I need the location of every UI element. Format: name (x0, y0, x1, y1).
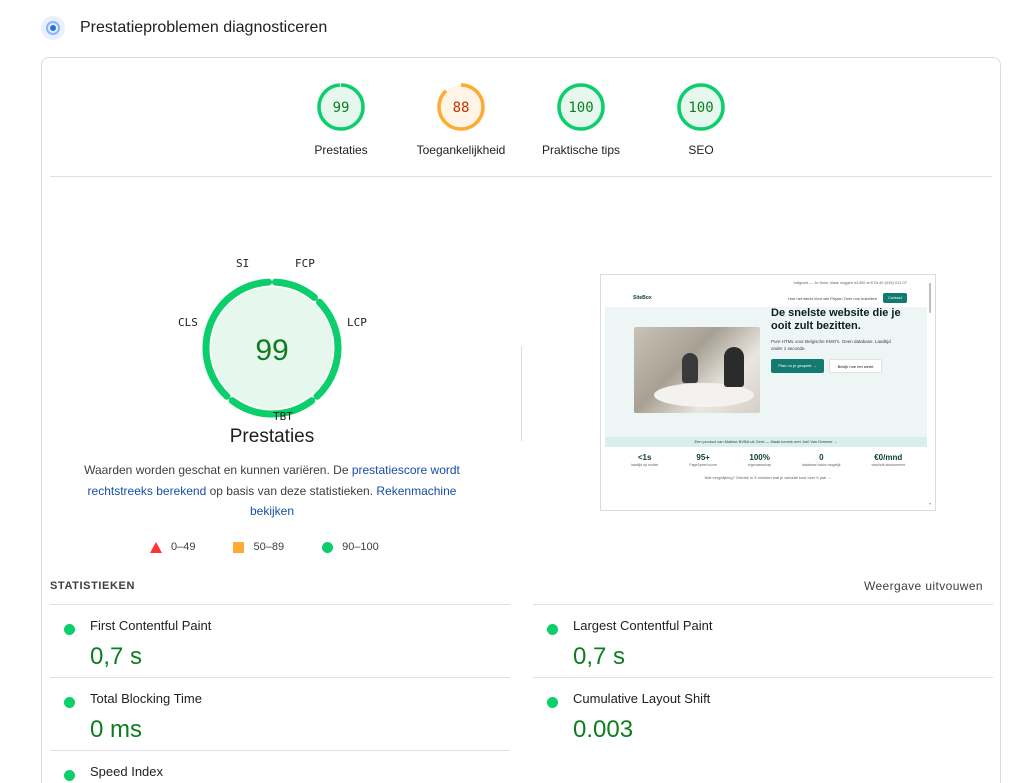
legend-range: 90–100 (342, 541, 379, 553)
metric-name: Total Blocking Time (90, 691, 202, 706)
legend-range: 50–89 (253, 541, 285, 553)
gauge-label: Prestaties (314, 143, 368, 157)
legend-fail: 0–49 (150, 541, 195, 553)
pass-circle-icon (64, 624, 75, 635)
thumb-nav-links: Hoe het werkt Voor wie Prijzen Over ons … (788, 295, 877, 301)
divider (50, 176, 992, 177)
chevron-down-icon: ▾ (928, 501, 931, 506)
gauge-score: 100 (568, 100, 593, 116)
thumb-stat: <1s laadtijd op mobiel (631, 453, 659, 467)
final-screenshot[interactable]: Intigrant — Je thuis, klaar zeggen #1300… (600, 274, 936, 511)
description-text: op basis van deze statistieken. (206, 483, 377, 498)
gauge-ring: 99 (317, 83, 365, 131)
thumb-topbar: Intigrant — Je thuis, klaar zeggen #1300… (793, 280, 907, 285)
thumb-contact-button: Contact (883, 293, 907, 303)
category-gauges: 99 Prestaties 88 Toegankelijkheid 100 Pr… (42, 58, 1000, 178)
gauge-performance[interactable]: 99 Prestaties (281, 82, 401, 157)
thumb-strip: Een product van Malbse BVBA uit Gent — M… (605, 437, 927, 447)
legend-average: 50–89 (233, 541, 284, 553)
pass-circle-icon (64, 770, 75, 781)
thumb-note: Wat vergelijking? Ontdek in 3 minuten wa… (704, 475, 832, 480)
gauge-score: 99 (255, 334, 288, 367)
section-title: Prestatieproblemen diagnosticeren (80, 19, 328, 36)
gauge-ring: 100 (677, 83, 725, 131)
metric-tag-si: SI (236, 257, 250, 270)
metric-name: Cumulative Layout Shift (573, 691, 711, 706)
thumb-nav: SiteBox Hoe het werkt Voor wie Prijzen O… (605, 289, 927, 307)
metric-value: 0 ms (90, 716, 143, 743)
legend-pass: 90–100 (322, 541, 379, 553)
thumb-subline: Pure HTML voor Belgische KMO's. Geen dat… (771, 339, 891, 351)
gauge-title: Prestaties (229, 426, 315, 447)
metric-name: Speed Index (90, 764, 164, 779)
pass-circle-icon (547, 697, 558, 708)
gauge-score: 99 (333, 100, 350, 116)
metric-name: First Contentful Paint (90, 618, 212, 633)
legend-range: 0–49 (171, 541, 196, 553)
thumb-cta-primary: Plan nu je gesprek → (771, 359, 824, 373)
thumb-stat: €0/mnd verplicht abonnement (871, 453, 905, 467)
gauge-score: 88 (453, 100, 470, 116)
metric-name: Largest Contentful Paint (573, 618, 713, 633)
gauge-label: SEO (688, 143, 714, 157)
score-description: Waarden worden geschat en kunnen variëre… (82, 460, 462, 522)
metric-tag-fcp: FCP (295, 257, 315, 270)
report-card: 99 Prestaties 88 Toegankelijkheid 100 Pr… (41, 57, 1001, 783)
divider (50, 750, 510, 751)
score-legend: 0–49 50–89 90–100 (150, 541, 417, 553)
square-icon (233, 541, 245, 553)
gauge-label: Praktische tips (541, 143, 621, 157)
thumb-stats: <1s laadtijd op mobiel 95+ PageSpeed score… (631, 453, 905, 467)
thumb-photo (634, 327, 760, 413)
metric-tag-cls: CLS (178, 316, 198, 329)
divider (533, 604, 993, 605)
divider (521, 346, 522, 441)
pass-circle-icon (547, 624, 558, 635)
thumb-logo: SiteBox (633, 295, 652, 301)
gauge-ring: 88 (437, 83, 485, 131)
divider (533, 677, 993, 678)
divider (50, 604, 510, 605)
pass-circle-icon (64, 697, 75, 708)
thumb-scrollbar (929, 283, 931, 313)
description-text: Waarden worden geschat en kunnen variëre… (84, 463, 352, 477)
triangle-icon (150, 541, 162, 553)
divider (50, 677, 510, 678)
thumb-stat: 95+ PageSpeed score (689, 453, 718, 467)
thumb-cta-secondary: Bekijk hoe het werkt (829, 359, 882, 373)
gauge-score: 100 (688, 100, 713, 116)
performance-gauge: 99 (202, 278, 342, 418)
lighthouse-icon (41, 16, 65, 40)
metric-tag-lcp: LCP (347, 316, 367, 329)
expand-view-button[interactable]: Weergave uitvouwen (864, 579, 983, 593)
gauge-accessibility[interactable]: 88 Toegankelijkheid (401, 82, 521, 157)
metric-value: 0.003 (573, 716, 634, 743)
statistics-heading: STATISTIEKEN (50, 580, 136, 592)
thumb-headline: De snelste website die je ooit zult bezi… (771, 307, 901, 332)
gauge-ring: 100 (557, 83, 605, 131)
thumb-stat: 100% eigenaarschap (748, 453, 772, 467)
gauge-label: Toegankelijkheid (416, 143, 506, 157)
metric-tag-tbt: TBT (273, 410, 293, 423)
metric-value: 0,7 s (573, 643, 626, 670)
gauge-best-practices[interactable]: 100 Praktische tips (521, 82, 641, 157)
gauge-seo[interactable]: 100 SEO (641, 82, 761, 157)
circle-icon (322, 541, 334, 553)
metric-value: 0,7 s (90, 643, 143, 670)
thumb-stat: 0 database hacks mogelijk (802, 453, 841, 467)
